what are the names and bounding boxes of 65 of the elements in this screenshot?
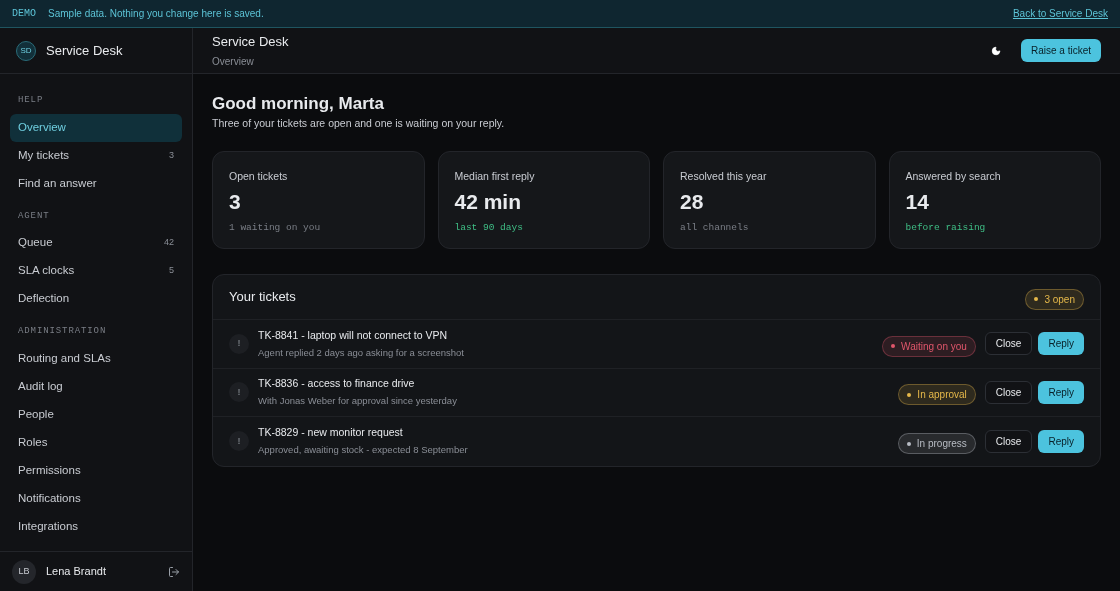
stat-note: last 90 days — [454, 220, 524, 235]
nav-count: 5 — [169, 264, 174, 278]
nav-item[interactable]: Audit log — [10, 372, 182, 401]
ticket-title: TK-8836 - access to finance drive — [258, 376, 416, 392]
ticket-detail: With Jonas Weber for approval since yesterday — [258, 394, 457, 408]
stat-label: Median first reply — [454, 169, 536, 184]
nav-item[interactable]: Permissions — [10, 456, 182, 485]
ticket-title: TK-8841 - laptop will not connect to VPN — [258, 327, 449, 343]
ticket-detail: Approved, awaiting stock - expected 8 September — [258, 443, 468, 457]
breadcrumb: Overview — [212, 54, 255, 69]
stat-note: 1 waiting on you — [229, 220, 322, 235]
status-badge: In approval — [898, 384, 976, 405]
stat-value: 14 — [905, 190, 930, 212]
nav-count: 42 — [164, 236, 174, 250]
nav-item[interactable]: Roles — [10, 428, 182, 457]
stat-label: Answered by search — [905, 169, 1002, 184]
brand-avatar: SD — [16, 40, 36, 61]
nav-item[interactable]: Routing and SLAs — [10, 344, 182, 373]
brand-name: Service Desk — [46, 41, 123, 60]
section-label: ADMINISTRATION — [17, 325, 108, 338]
banner-message: Sample data. Nothing you change here is saved. — [48, 7, 264, 21]
ticket-title: TK-8829 - new monitor request — [258, 425, 404, 441]
back-link[interactable]: Back to Service Desk — [1012, 6, 1108, 21]
stat-value: 42 min — [454, 190, 523, 212]
nav-item[interactable]: Overview — [10, 113, 182, 142]
stat-value: 28 — [680, 190, 705, 212]
user-avatar: LB — [12, 559, 36, 584]
nav-item[interactable]: Queue 42 — [10, 229, 182, 257]
status-badge: Waiting on you — [882, 335, 976, 357]
section-label: AGENT — [17, 209, 51, 223]
raise-ticket-button[interactable]: Raise a ticket — [1020, 39, 1101, 62]
reply-button[interactable]: Reply — [1038, 380, 1084, 404]
page-title: Service Desk — [212, 33, 289, 52]
stat-note: before raising — [905, 220, 987, 235]
logout-icon[interactable] — [168, 565, 180, 578]
nav-item[interactable]: Integrations — [10, 512, 182, 541]
close-button[interactable]: Close — [984, 380, 1033, 404]
nav-item[interactable]: My tickets 3 — [10, 141, 182, 170]
stat-note: all channels — [680, 220, 750, 235]
theme-toggle-icon[interactable] — [990, 45, 1001, 56]
close-button[interactable]: Close — [984, 332, 1033, 356]
reply-button[interactable]: Reply — [1038, 429, 1084, 453]
section-label: HELP — [17, 94, 45, 107]
stat-label: Open tickets — [229, 169, 289, 184]
greeting-text: Three of your tickets are open and one is waiting on your reply. — [212, 116, 506, 132]
alert-icon: ! — [229, 431, 249, 452]
stat-value: 3 — [229, 190, 242, 212]
card-title: Your tickets — [229, 288, 296, 307]
nav-item[interactable]: Notifications — [10, 484, 182, 513]
greeting-title: Good morning, Marta — [212, 93, 385, 115]
close-button[interactable]: Close — [984, 429, 1033, 453]
user-name: Lena Brandt — [46, 564, 106, 580]
nav-count: 3 — [169, 148, 174, 162]
demo-tag: DEMO — [12, 6, 36, 21]
stat-label: Resolved this year — [680, 169, 768, 184]
nav-item[interactable]: SLA clocks 5 — [10, 257, 182, 285]
status-badge: In progress — [897, 433, 976, 454]
reply-button[interactable]: Reply — [1038, 332, 1084, 356]
nav-item[interactable]: Find an answer — [10, 169, 182, 198]
open-count-badge: 3 open — [1025, 288, 1084, 310]
ticket-detail: Agent replied 2 days ago asking for a screenshot — [258, 345, 464, 360]
nav-item[interactable]: People — [10, 400, 182, 429]
alert-icon: ! — [229, 382, 249, 403]
alert-icon: ! — [229, 333, 249, 354]
nav-item[interactable]: Deflection — [10, 285, 182, 313]
